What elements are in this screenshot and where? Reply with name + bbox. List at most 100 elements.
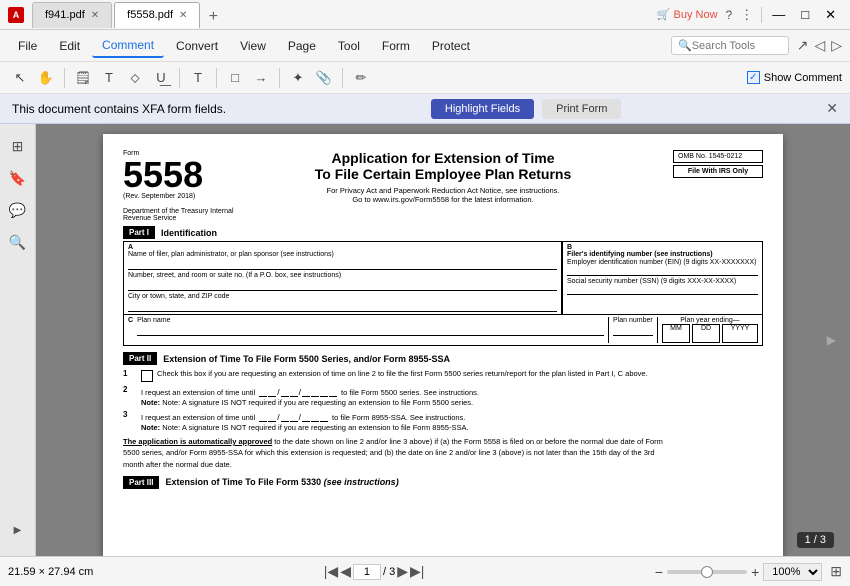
date2-8[interactable] [329, 385, 337, 397]
menu-tool[interactable]: Tool [328, 35, 370, 57]
ssn-input[interactable] [567, 285, 758, 295]
field-b2-label: Employer identification number (EIN) (9 … [567, 259, 758, 266]
pdf-page: Form 5558 (Rev. September 2018) Applicat… [103, 134, 783, 556]
date3-4[interactable] [290, 410, 298, 422]
tab-f5558-close[interactable]: ✕ [179, 10, 187, 21]
date3-1[interactable] [259, 410, 267, 422]
name-street-input[interactable] [128, 279, 557, 291]
date2-1[interactable] [259, 385, 267, 397]
checkbox-1[interactable] [141, 370, 153, 382]
form-number-block: Form 5558 (Rev. September 2018) [123, 150, 213, 200]
sidebar-search-icon[interactable]: 🔍 [4, 228, 32, 256]
toolbar-shapes[interactable]: □ [223, 66, 247, 90]
menu-file[interactable]: File [8, 35, 47, 57]
zoom-select[interactable]: 100% 75% 125% 150% [763, 563, 822, 581]
help-icon[interactable]: ? [726, 8, 733, 22]
print-form-button[interactable]: Print Form [542, 99, 621, 119]
date3-2[interactable] [268, 410, 276, 422]
date3-5[interactable] [302, 410, 310, 422]
menu-form[interactable]: Form [372, 35, 420, 57]
auto-approved-text1: to the date shown on line 2 and/or line … [274, 437, 663, 446]
part-iii-title: Extension of Time To File Form 5330 (see… [165, 477, 398, 487]
date2-2[interactable] [268, 385, 276, 397]
bottom-bar: 21.59 × 27.94 cm |◀ ◀ / 3 ▶ ▶| − + 100% … [0, 556, 850, 586]
nav-back-icon[interactable]: ◁ [814, 37, 825, 54]
date2-6[interactable] [311, 385, 319, 397]
highlight-fields-button[interactable]: Highlight Fields [431, 99, 534, 119]
ein-input[interactable] [567, 266, 758, 276]
toolbar-select-tool[interactable]: ↖ [8, 66, 32, 90]
nav-forward-icon[interactable]: ▷ [831, 37, 842, 54]
date3-7[interactable] [320, 410, 328, 422]
nav-last-button[interactable]: ▶| [410, 563, 424, 580]
sidebar-expand-icon[interactable]: ▶ [4, 516, 32, 544]
sidebar-comment-icon[interactable]: 💬 [4, 196, 32, 224]
tab-f5558[interactable]: f5558.pdf ✕ [114, 2, 200, 28]
date3-6[interactable] [311, 410, 319, 422]
col-a: A Name of filer, plan administrator, or … [124, 242, 562, 314]
menu-page[interactable]: Page [278, 35, 326, 57]
menu-protect[interactable]: Protect [422, 35, 480, 57]
toolbar-text-box[interactable]: T [186, 66, 210, 90]
buy-now-button[interactable]: 🛒 Buy Now [657, 8, 718, 21]
sidebar-thumbnail-icon[interactable]: ⊞ [4, 132, 32, 160]
minimize-button[interactable]: — [766, 7, 791, 22]
date2-5[interactable] [302, 385, 310, 397]
external-link-icon[interactable]: ↗ [797, 37, 809, 54]
item-3-main: I request an extension of time until / / [141, 410, 763, 422]
plan-name-input[interactable] [137, 324, 604, 336]
form-title-line2: To File Certain Employee Plan Returns [221, 166, 665, 182]
mm-block: MM [662, 324, 690, 343]
zoom-in-button[interactable]: + [751, 564, 759, 580]
tab-f941[interactable]: f941.pdf ✕ [32, 2, 112, 28]
tab-f941-close[interactable]: ✕ [91, 10, 99, 21]
page-size-text: 21.59 × 27.94 cm [8, 566, 93, 578]
date2-7[interactable] [320, 385, 328, 397]
date2-3[interactable] [281, 385, 289, 397]
date2-4[interactable] [290, 385, 298, 397]
date3-3[interactable] [281, 410, 289, 422]
toolbar-sticky-note[interactable]: 🗒 [71, 66, 95, 90]
toolbar: ↖ ✋ 🗒 T ⬦ U͟ T □ → ✦ 📎 ✏ ✓ Show Comment [0, 62, 850, 94]
close-button[interactable]: ✕ [819, 7, 842, 23]
yyyy-block: YYYY [722, 324, 758, 343]
menu-view[interactable]: View [230, 35, 276, 57]
menu-comment[interactable]: Comment [92, 34, 164, 58]
toolbar-callout[interactable]: ⬦ [123, 66, 147, 90]
dd-input[interactable] [693, 332, 719, 342]
form-number: 5558 [123, 157, 213, 193]
zoom-slider[interactable] [667, 570, 747, 574]
mm-input[interactable] [663, 332, 689, 342]
item-2-main: I request an extension of time until / / [141, 385, 763, 397]
search-input[interactable] [692, 40, 782, 52]
nav-next-button[interactable]: ▶ [397, 563, 408, 580]
new-tab-button[interactable]: + [202, 6, 224, 28]
toolbar-stamp[interactable]: ✦ [286, 66, 310, 90]
plan-number-input[interactable] [613, 324, 653, 336]
toolbar-text-comment[interactable]: T [97, 66, 121, 90]
sidebar-bookmark-icon[interactable]: 🔖 [4, 164, 32, 192]
toolbar-attach[interactable]: 📎 [312, 66, 336, 90]
maximize-button[interactable]: □ [795, 7, 815, 22]
field-a1-input[interactable] [128, 258, 557, 270]
menu-edit[interactable]: Edit [49, 35, 90, 57]
fit-button[interactable]: ⊞ [830, 563, 842, 580]
mm-label: MM [670, 325, 682, 332]
zoom-out-button[interactable]: − [655, 564, 663, 580]
toolbar-underline[interactable]: U͟ [149, 66, 173, 90]
field-b1-label: Filer's identifying number (see instruct… [567, 251, 758, 258]
right-arrow-button[interactable]: ▶ [827, 333, 836, 347]
menu-convert[interactable]: Convert [166, 35, 228, 57]
page-input[interactable] [353, 564, 381, 580]
yyyy-input[interactable] [723, 332, 757, 342]
toolbar-hand-tool[interactable]: ✋ [34, 66, 58, 90]
toolbar-arrow[interactable]: → [249, 66, 273, 90]
more-icon[interactable]: ⋮ [740, 7, 753, 23]
tab-f941-label: f941.pdf [45, 9, 85, 21]
toolbar-eraser[interactable]: ✏ [349, 66, 373, 90]
nav-first-button[interactable]: |◀ [324, 563, 338, 580]
show-comment-checkbox[interactable]: ✓ [747, 71, 760, 84]
xfa-close-button[interactable]: ✕ [826, 100, 838, 117]
city-input[interactable] [128, 300, 557, 312]
nav-prev-button[interactable]: ◀ [340, 563, 351, 580]
